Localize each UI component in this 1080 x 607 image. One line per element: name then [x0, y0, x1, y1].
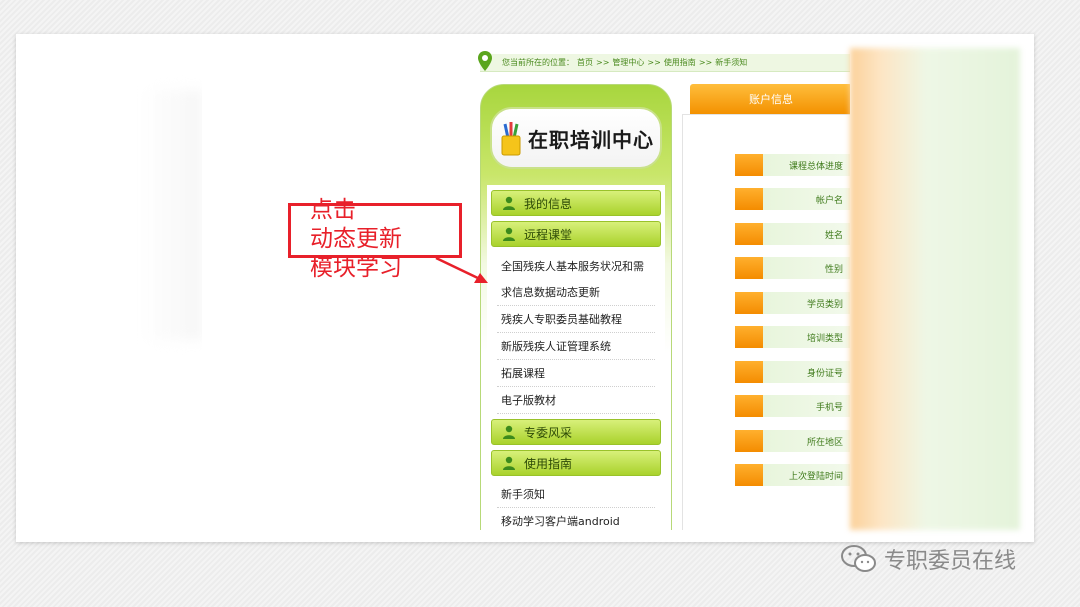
- field-gender: 性别: [735, 256, 850, 280]
- annotation-line: 动态更新: [310, 226, 402, 252]
- account-info-panel: 课程总体进度 帐户名 姓名 性别 学员类别 培训类型 身份证号 手机号 所在地区…: [682, 114, 850, 530]
- menu-item-e-textbook[interactable]: 电子版教材: [497, 387, 655, 414]
- field-label: 身份证号: [763, 361, 850, 383]
- menu-item-basic-course[interactable]: 残疾人专职委员基础教程: [497, 306, 655, 333]
- user-icon: [503, 425, 515, 439]
- tab-account-info[interactable]: 账户信息: [690, 84, 850, 114]
- field-label: 姓名: [763, 223, 850, 245]
- field-training-type: 培训类型: [735, 325, 850, 349]
- menu-section-guide[interactable]: 使用指南: [491, 450, 661, 476]
- breadcrumb-separator: >>: [647, 58, 661, 67]
- logo-banner: 在职培训中心: [490, 107, 662, 169]
- field-marker: [735, 188, 763, 210]
- field-marker: [735, 395, 763, 417]
- breadcrumb-separator: >>: [698, 58, 713, 67]
- menu-item-dynamic-update-cont[interactable]: 求信息数据动态更新: [497, 279, 655, 306]
- field-last-login: 上次登陆时间: [735, 463, 850, 487]
- menu-section-my-info[interactable]: 我的信息: [491, 190, 661, 216]
- breadcrumb-link-manage[interactable]: 管理中心: [612, 58, 644, 67]
- pencil-cup-icon: [501, 122, 521, 156]
- breadcrumb-link-guide[interactable]: 使用指南: [664, 58, 696, 67]
- watermark-text: 专职委员在线: [884, 549, 1017, 574]
- menu-section-remote-class[interactable]: 远程课堂: [491, 221, 661, 247]
- field-phone: 手机号: [735, 394, 850, 418]
- menu-section-label: 使用指南: [524, 456, 573, 471]
- breadcrumb: 您当前所在的位置： 首页 >> 管理中心 >> 使用指南 >> 新手须知: [478, 51, 850, 72]
- menu-item-extended-course[interactable]: 拓展课程: [497, 360, 655, 387]
- field-marker: [735, 326, 763, 348]
- breadcrumb-text: 您当前所在的位置： 首页 >> 管理中心 >> 使用指南 >> 新手须知: [502, 57, 750, 68]
- menu-section-style[interactable]: 专委风采: [491, 419, 661, 445]
- field-student-type: 学员类别: [735, 291, 850, 315]
- breadcrumb-separator: >>: [596, 58, 610, 67]
- sidebar-menu: 我的信息 远程课堂 全国残疾人基本服务状况和需 求信息数据动态更新 残疾人专职委…: [487, 185, 665, 530]
- field-region: 所在地区: [735, 429, 850, 453]
- field-account-name: 帐户名: [735, 187, 850, 211]
- field-label: 培训类型: [763, 326, 850, 348]
- logo-title: 在职培训中心: [528, 127, 654, 152]
- field-marker: [735, 464, 763, 486]
- user-icon: [503, 227, 515, 241]
- user-icon: [503, 196, 515, 210]
- embedded-screenshot: 您当前所在的位置： 首页 >> 管理中心 >> 使用指南 >> 新手须知 在职培训中心 我的信…: [202, 48, 850, 530]
- field-label: 手机号: [763, 395, 850, 417]
- wechat-icon: [841, 545, 876, 572]
- breadcrumb-current: 新手须知: [715, 58, 748, 67]
- field-name: 姓名: [735, 222, 850, 246]
- field-label: 帐户名: [763, 188, 850, 210]
- field-course-progress: 课程总体进度: [735, 153, 850, 177]
- menu-item-dynamic-update[interactable]: 全国残疾人基本服务状况和需: [497, 252, 655, 279]
- field-label: 上次登陆时间: [763, 464, 850, 486]
- menu-item-card-system[interactable]: 新版残疾人证管理系统: [497, 333, 655, 360]
- menu-section-label: 专委风采: [524, 425, 573, 440]
- field-marker: [735, 430, 763, 452]
- annotation-line: 点击: [310, 197, 356, 223]
- field-marker: [735, 154, 763, 176]
- field-marker: [735, 292, 763, 314]
- field-marker: [735, 257, 763, 279]
- menu-item-newbie[interactable]: 新手须知: [497, 481, 655, 508]
- field-id-number: 身份证号: [735, 360, 850, 384]
- annotation-text: 点击 动态更新 模块学习: [310, 196, 402, 283]
- blurred-edge-right: [850, 48, 1020, 530]
- field-marker: [735, 223, 763, 245]
- breadcrumb-link-home[interactable]: 首页: [577, 58, 593, 67]
- location-pin-icon: [478, 51, 492, 71]
- annotation-line: 模块学习: [310, 255, 402, 281]
- annotation-arrow-icon: [435, 256, 488, 283]
- menu-item-android-client[interactable]: 移动学习客户端android: [497, 508, 655, 530]
- blurred-edge-left: [140, 90, 202, 340]
- user-icon: [503, 456, 515, 470]
- field-label: 所在地区: [763, 430, 850, 452]
- left-sidebar: 在职培训中心 我的信息 远程课堂 全国残疾人基本服务状况和需 求信息数据动态更新…: [480, 84, 672, 530]
- field-marker: [735, 361, 763, 383]
- breadcrumb-prefix: 您当前所在的位置：: [502, 58, 574, 67]
- field-label: 课程总体进度: [763, 154, 850, 176]
- field-label: 学员类别: [763, 292, 850, 314]
- watermark: 专职委员在线: [840, 542, 1016, 576]
- field-label: 性别: [763, 257, 850, 279]
- menu-section-label: 远程课堂: [524, 227, 573, 242]
- menu-section-label: 我的信息: [524, 196, 573, 211]
